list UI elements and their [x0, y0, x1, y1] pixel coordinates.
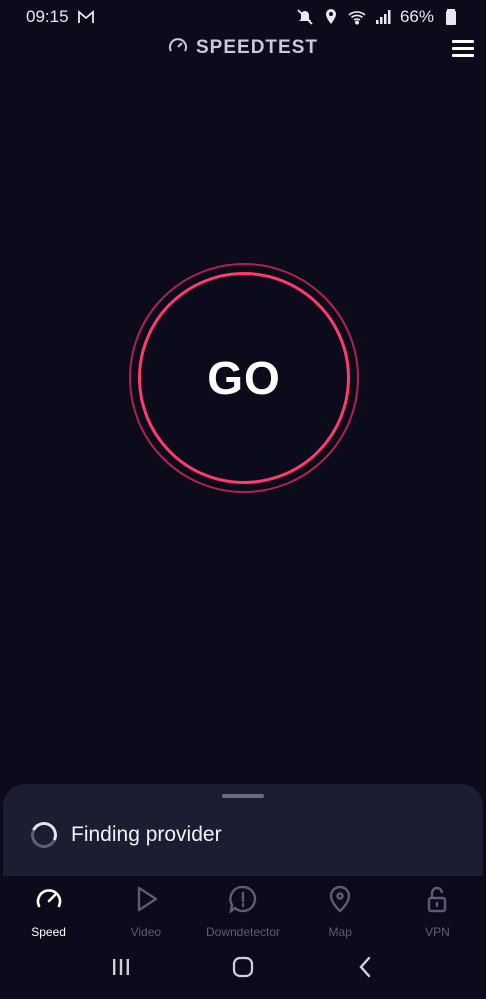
tab-label: Downdetector — [205, 925, 281, 939]
unlock-icon — [422, 884, 452, 919]
play-icon — [131, 884, 161, 919]
back-button[interactable] — [345, 950, 385, 990]
speedometer-icon — [34, 884, 64, 919]
status-time: 09:15 — [26, 7, 69, 26]
gmail-icon — [77, 8, 95, 26]
system-nav-bar — [0, 940, 486, 999]
tab-vpn[interactable]: VPN — [389, 876, 486, 940]
go-button[interactable]: GO — [138, 272, 350, 484]
tab-map[interactable]: Map — [292, 876, 389, 940]
signal-icon — [374, 8, 392, 26]
screen: 09:15 66% SPEEDTEST GO Finding provider … — [0, 0, 486, 999]
home-icon — [231, 955, 255, 984]
recents-icon — [109, 955, 133, 984]
status-bar: 09:15 66% — [0, 0, 486, 34]
tab-downdetector[interactable]: Downdetector — [194, 876, 291, 940]
provider-status-text: Finding provider — [71, 823, 222, 846]
go-button-wrapper: GO — [129, 263, 359, 493]
tab-label: VPN — [425, 925, 450, 939]
mute-icon — [296, 8, 314, 26]
hamburger-menu-icon[interactable] — [448, 34, 478, 62]
battery-percent: 66% — [399, 7, 434, 26]
battery-icon — [442, 8, 460, 26]
status-right: 66% — [296, 7, 460, 27]
tab-video[interactable]: Video — [97, 876, 194, 940]
status-left: 09:15 — [26, 7, 95, 27]
sheet-drag-handle[interactable] — [222, 794, 264, 798]
back-icon — [353, 955, 377, 984]
bottom-tab-bar: Speed Video Downdetector Map VPN — [0, 876, 486, 940]
tab-label: Map — [328, 925, 352, 939]
tab-label: Video — [130, 925, 162, 939]
brand: SPEEDTEST — [168, 36, 318, 61]
home-button[interactable] — [223, 950, 263, 990]
app-title: SPEEDTEST — [196, 37, 318, 58]
go-label: GO — [207, 352, 281, 404]
loading-spinner-icon — [27, 818, 61, 852]
app-header: SPEEDTEST — [0, 34, 486, 62]
location-icon — [322, 8, 340, 26]
speedometer-icon — [168, 36, 188, 61]
tab-speed[interactable]: Speed — [0, 876, 97, 940]
map-pin-icon — [325, 884, 355, 919]
tab-label: Speed — [31, 925, 66, 939]
alert-icon — [228, 884, 258, 919]
recents-button[interactable] — [101, 950, 141, 990]
provider-status-row: Finding provider — [27, 818, 222, 852]
wifi-icon — [348, 8, 366, 26]
provider-sheet[interactable]: Finding provider — [3, 784, 483, 884]
